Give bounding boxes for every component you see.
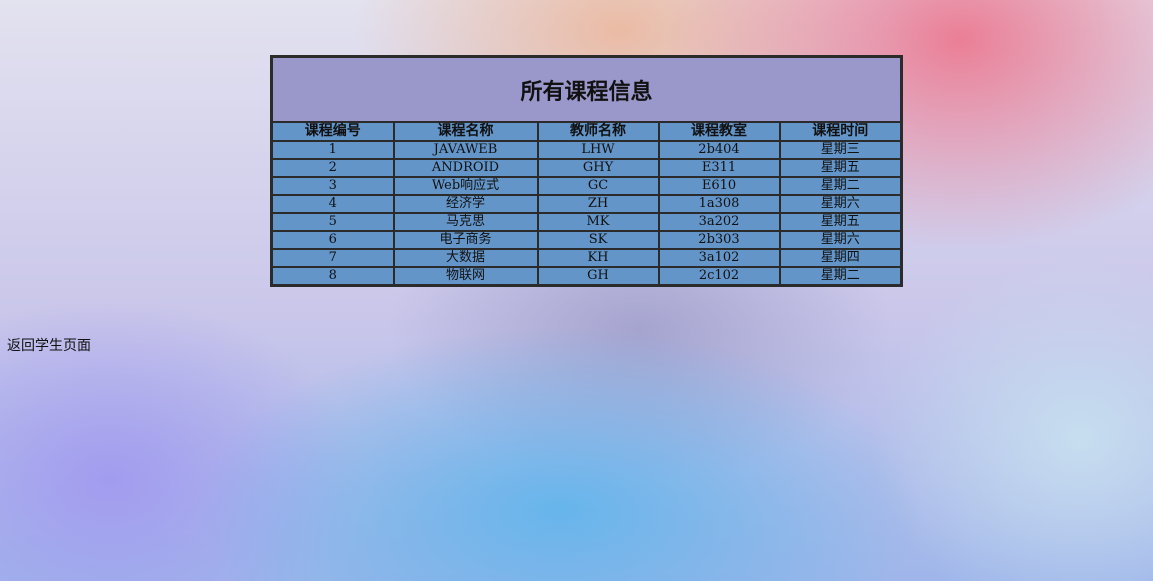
table-row: 6 电子商务 SK 2b303 星期六 <box>270 230 903 250</box>
cell-course-name: ANDROID <box>392 158 539 178</box>
cell-classroom: 2b404 <box>657 140 781 160</box>
cell-course-name: 电子商务 <box>392 230 539 250</box>
cell-course-id: 3 <box>270 176 395 196</box>
course-table: 所有课程信息 课程编号 课程名称 教师名称 课程教室 课程时间 1 JAVAWE… <box>270 55 904 287</box>
cell-classroom: 1a308 <box>657 194 781 214</box>
cell-course-time: 星期三 <box>778 140 903 160</box>
cell-classroom: 2b303 <box>657 230 781 250</box>
cell-course-id: 2 <box>270 158 395 178</box>
cell-course-id: 6 <box>270 230 395 250</box>
cell-teacher-name: GH <box>536 266 660 287</box>
cell-course-time: 星期二 <box>778 266 903 287</box>
cell-course-name: JAVAWEB <box>392 140 539 160</box>
cell-course-id: 1 <box>270 140 395 160</box>
table-title: 所有课程信息 <box>271 56 902 123</box>
back-to-student-page-link[interactable]: 返回学生页面 <box>7 335 91 355</box>
cell-course-time: 星期五 <box>778 212 903 232</box>
cell-teacher-name: LHW <box>536 140 660 160</box>
table-row: 8 物联网 GH 2c102 星期二 <box>270 266 903 287</box>
cell-course-name: 大数据 <box>392 248 539 268</box>
table-row: 1 JAVAWEB LHW 2b404 星期三 <box>270 140 903 160</box>
header-teacher-name: 教师名称 <box>536 121 660 142</box>
cell-course-name: 经济学 <box>392 194 539 214</box>
cell-teacher-name: KH <box>536 248 660 268</box>
course-table-container: 所有课程信息 课程编号 课程名称 教师名称 课程教室 课程时间 1 JAVAWE… <box>270 55 904 287</box>
cell-classroom: 2c102 <box>657 266 781 287</box>
table-row: 2 ANDROID GHY E311 星期五 <box>270 158 903 178</box>
table-row: 5 马克思 MK 3a202 星期五 <box>270 212 903 232</box>
cell-course-time: 星期五 <box>778 158 903 178</box>
cell-course-time: 星期六 <box>778 194 903 214</box>
table-title-row: 所有课程信息 <box>271 56 902 123</box>
table-row: 4 经济学 ZH 1a308 星期六 <box>270 194 903 214</box>
cell-course-id: 4 <box>270 194 395 214</box>
header-classroom: 课程教室 <box>657 121 781 142</box>
cell-course-name: 物联网 <box>392 266 539 287</box>
cell-course-id: 5 <box>270 212 395 232</box>
cell-teacher-name: MK <box>536 212 660 232</box>
cell-classroom: 3a202 <box>657 212 781 232</box>
table-header-row: 课程编号 课程名称 教师名称 课程教室 课程时间 <box>270 121 903 142</box>
cell-course-name: 马克思 <box>392 212 539 232</box>
cell-course-time: 星期六 <box>778 230 903 250</box>
cell-course-id: 7 <box>270 248 395 268</box>
table-row: 7 大数据 KH 3a102 星期四 <box>270 248 903 268</box>
header-course-name: 课程名称 <box>392 121 539 142</box>
header-course-time: 课程时间 <box>778 121 903 142</box>
cell-course-time: 星期二 <box>778 176 903 196</box>
cell-classroom: E311 <box>657 158 781 178</box>
cell-course-name: Web响应式 <box>392 176 539 196</box>
cell-course-id: 8 <box>270 266 395 287</box>
cell-teacher-name: GHY <box>536 158 660 178</box>
cell-course-time: 星期四 <box>778 248 903 268</box>
cell-teacher-name: GC <box>536 176 660 196</box>
cell-classroom: 3a102 <box>657 248 781 268</box>
cell-teacher-name: ZH <box>536 194 660 214</box>
table-row: 3 Web响应式 GC E610 星期二 <box>270 176 903 196</box>
header-course-id: 课程编号 <box>270 121 395 142</box>
cell-classroom: E610 <box>657 176 781 196</box>
cell-teacher-name: SK <box>536 230 660 250</box>
